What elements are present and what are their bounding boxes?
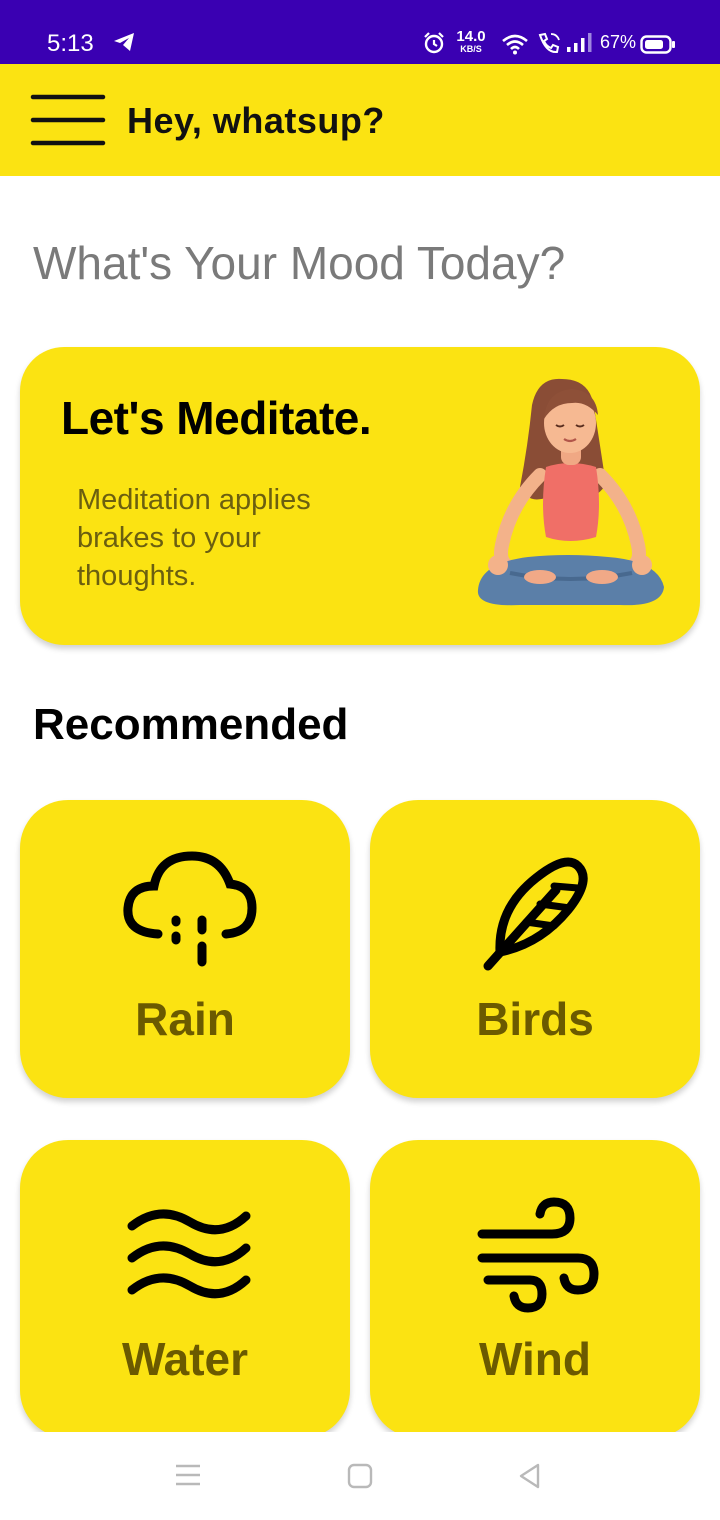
water-tile[interactable]: Water xyxy=(20,1140,350,1438)
rain-label: Rain xyxy=(135,993,235,1045)
wifi-call-icon xyxy=(538,32,560,54)
status-bar: 5:13 14.0 KB/S 67% xyxy=(0,0,720,64)
system-nav-bar xyxy=(0,1432,720,1520)
menu-button[interactable] xyxy=(30,92,106,148)
wind-tile[interactable]: Wind xyxy=(370,1140,700,1438)
birds-tile[interactable]: Birds xyxy=(370,800,700,1098)
recents-icon[interactable] xyxy=(174,1462,202,1488)
telegram-icon xyxy=(114,33,134,51)
wind-label: Wind xyxy=(479,1333,591,1385)
wifi-icon xyxy=(502,34,528,55)
meditating-woman-illustration xyxy=(477,378,664,606)
birds-label: Birds xyxy=(476,993,594,1045)
rain-tile[interactable]: Rain xyxy=(20,800,350,1098)
network-speed-unit: KB/S xyxy=(460,44,482,54)
network-speed: 14.0 KB/S xyxy=(454,28,488,55)
battery-icon xyxy=(640,35,675,54)
meditate-title: Let's Meditate. xyxy=(61,392,372,444)
back-icon[interactable] xyxy=(516,1462,544,1490)
network-speed-value: 14.0 xyxy=(456,28,486,45)
signal-icon xyxy=(567,33,592,52)
meditate-card[interactable]: Let's Meditate. Meditation applies brake… xyxy=(20,347,700,645)
recommended-heading: Recommended xyxy=(33,700,349,749)
waves-icon xyxy=(127,1209,251,1299)
alarm-icon xyxy=(424,32,444,54)
hamburger-menu-icon xyxy=(30,94,106,146)
water-label: Water xyxy=(121,1333,249,1385)
battery-percent: 67% xyxy=(600,32,637,52)
app-title: Hey, whatsup? xyxy=(127,100,385,141)
home-icon[interactable] xyxy=(346,1462,374,1490)
wind-icon xyxy=(477,1197,599,1313)
feather-icon xyxy=(483,857,588,971)
meditate-description: Meditation applies brakes to your though… xyxy=(77,484,311,592)
rain-cloud-icon xyxy=(123,851,257,967)
app-bar: Hey, whatsup? xyxy=(0,64,720,176)
mood-heading: What's Your Mood Today? xyxy=(33,237,566,289)
status-time: 5:13 xyxy=(47,30,94,57)
